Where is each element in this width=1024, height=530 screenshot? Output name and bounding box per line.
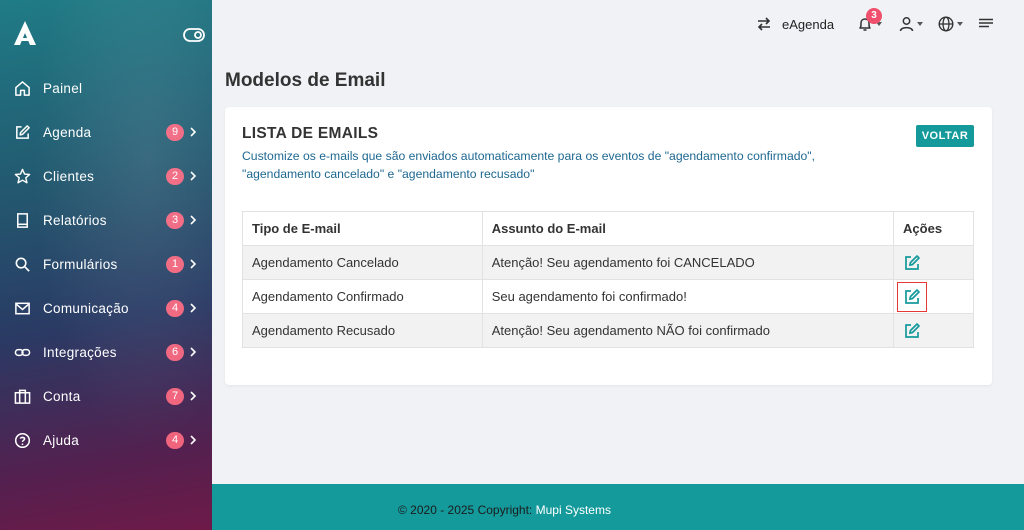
chevron-right-icon — [190, 127, 197, 137]
actions-cell — [893, 245, 974, 280]
search-icon — [15, 257, 30, 272]
chevron-down-icon — [917, 22, 923, 26]
edit-icon[interactable] — [897, 281, 928, 312]
card-description: Customize os e-mails que são enviados au… — [242, 149, 815, 181]
footer: © 2020 - 2025 Copyright: Mupi Systems — [212, 484, 1024, 530]
top-bar: eAgenda 3 — [212, 0, 1024, 50]
briefcase-icon — [14, 389, 31, 404]
sidebar-item-label: Formulários — [43, 256, 118, 272]
mail-icon — [15, 302, 30, 315]
sidebar-item-integracoes[interactable]: Integrações 6 — [0, 330, 212, 374]
sidebar-toggle-icon[interactable] — [183, 28, 205, 42]
user-icon — [899, 17, 914, 32]
chevron-right-icon — [190, 347, 197, 357]
star-icon — [14, 168, 31, 184]
column-header-assunto: Assunto do E-mail — [481, 211, 895, 246]
email-subject-cell: Atenção! Seu agendamento foi CANCELADO — [481, 245, 895, 280]
count-badge: 4 — [166, 299, 184, 317]
sidebar-item-label: Relatórios — [43, 212, 107, 228]
home-icon — [15, 81, 30, 96]
sidebar: Painel Agenda 9 Clientes 2 Relatórios 3 … — [0, 0, 212, 530]
app-switch-label: eAgenda — [782, 16, 835, 32]
sidebar-item-relatorios[interactable]: Relatórios 3 — [0, 198, 212, 242]
language-menu-button[interactable] — [938, 14, 963, 34]
table-row: Agendamento Confirmado Seu agendamento f… — [242, 279, 974, 314]
table-row: Agendamento Cancelado Atenção! Seu agend… — [242, 245, 974, 280]
chevron-right-icon — [190, 259, 197, 269]
chevron-right-icon — [190, 171, 197, 181]
sidebar-item-label: Ajuda — [43, 432, 80, 448]
email-type-cell: Agendamento Confirmado — [242, 279, 483, 314]
card-title: LISTA DE EMAILS — [242, 125, 379, 142]
table-row: Agendamento Recusado Atenção! Seu agenda… — [242, 313, 974, 348]
chevron-right-icon — [190, 391, 197, 401]
menu-toggle-button[interactable] — [979, 14, 993, 34]
page-title: Modelos de Email — [225, 70, 386, 91]
copyright-text: © 2020 - 2025 Copyright: — [398, 503, 536, 517]
sidebar-item-label: Painel — [43, 80, 83, 96]
count-badge: 1 — [166, 255, 184, 273]
menu-lines-icon — [979, 18, 993, 28]
edit-icon[interactable] — [903, 322, 921, 340]
brand-logo-icon[interactable] — [12, 20, 38, 46]
table-header-row: Tipo de E-mail Assunto do E-mail Ações — [242, 211, 974, 246]
count-badge: 7 — [166, 387, 184, 405]
link-icon — [14, 348, 31, 357]
email-type-cell: Agendamento Cancelado — [242, 245, 483, 280]
chevron-down-icon — [957, 22, 963, 26]
globe-icon — [938, 16, 954, 32]
count-badge: 2 — [166, 167, 184, 185]
email-list-card: LISTA DE EMAILS Customize os e-mails que… — [225, 107, 992, 385]
email-subject-cell: Seu agendamento foi confirmado! — [481, 279, 895, 314]
chevron-right-icon — [190, 215, 197, 225]
footer-copyright: © 2020 - 2025 Copyright: Mupi Systems — [398, 503, 611, 517]
notifications-count-badge: 3 — [866, 8, 882, 24]
actions-cell — [893, 313, 974, 348]
sidebar-item-conta[interactable]: Conta 7 — [0, 374, 212, 418]
edit-icon[interactable] — [903, 254, 921, 272]
swap-arrows-icon — [757, 17, 771, 31]
user-menu-button[interactable] — [899, 14, 923, 34]
sidebar-item-label: Agenda — [43, 124, 92, 140]
sidebar-item-comunicacao[interactable]: Comunicação 4 — [0, 286, 212, 330]
scrollbar[interactable] — [1016, 0, 1024, 484]
count-badge: 3 — [166, 211, 184, 229]
back-button[interactable]: VOLTAR — [916, 125, 974, 147]
count-badge: 4 — [166, 431, 184, 449]
switch-app-button[interactable]: eAgenda — [757, 14, 834, 34]
sidebar-item-label: Comunicação — [43, 300, 129, 316]
count-badge: 6 — [166, 343, 184, 361]
edit-icon — [16, 125, 30, 139]
company-link[interactable]: Mupi Systems — [536, 503, 611, 517]
sidebar-item-clientes[interactable]: Clientes 2 — [0, 154, 212, 198]
sidebar-item-label: Integrações — [43, 344, 117, 360]
sidebar-item-painel[interactable]: Painel — [0, 66, 212, 110]
sidebar-item-formularios[interactable]: Formulários 1 — [0, 242, 212, 286]
sidebar-item-label: Clientes — [43, 168, 95, 184]
sidebar-menu: Painel Agenda 9 Clientes 2 Relatórios 3 … — [0, 66, 212, 462]
chevron-right-icon — [190, 303, 197, 313]
sidebar-item-ajuda[interactable]: Ajuda 4 — [0, 418, 212, 462]
column-header-tipo: Tipo de E-mail — [242, 211, 483, 246]
email-templates-table: Tipo de E-mail Assunto do E-mail Ações A… — [242, 211, 974, 348]
help-circle-icon — [14, 432, 31, 449]
sidebar-item-label: Conta — [43, 388, 81, 404]
chevron-right-icon — [190, 435, 197, 445]
sidebar-item-agenda[interactable]: Agenda 9 — [0, 110, 212, 154]
email-subject-cell: Atenção! Seu agendamento NÃO foi confirm… — [481, 313, 895, 348]
count-badge: 9 — [166, 123, 184, 141]
column-header-acoes: Ações — [893, 211, 974, 246]
email-type-cell: Agendamento Recusado — [242, 313, 483, 348]
book-icon — [17, 213, 28, 228]
actions-cell — [893, 279, 974, 314]
